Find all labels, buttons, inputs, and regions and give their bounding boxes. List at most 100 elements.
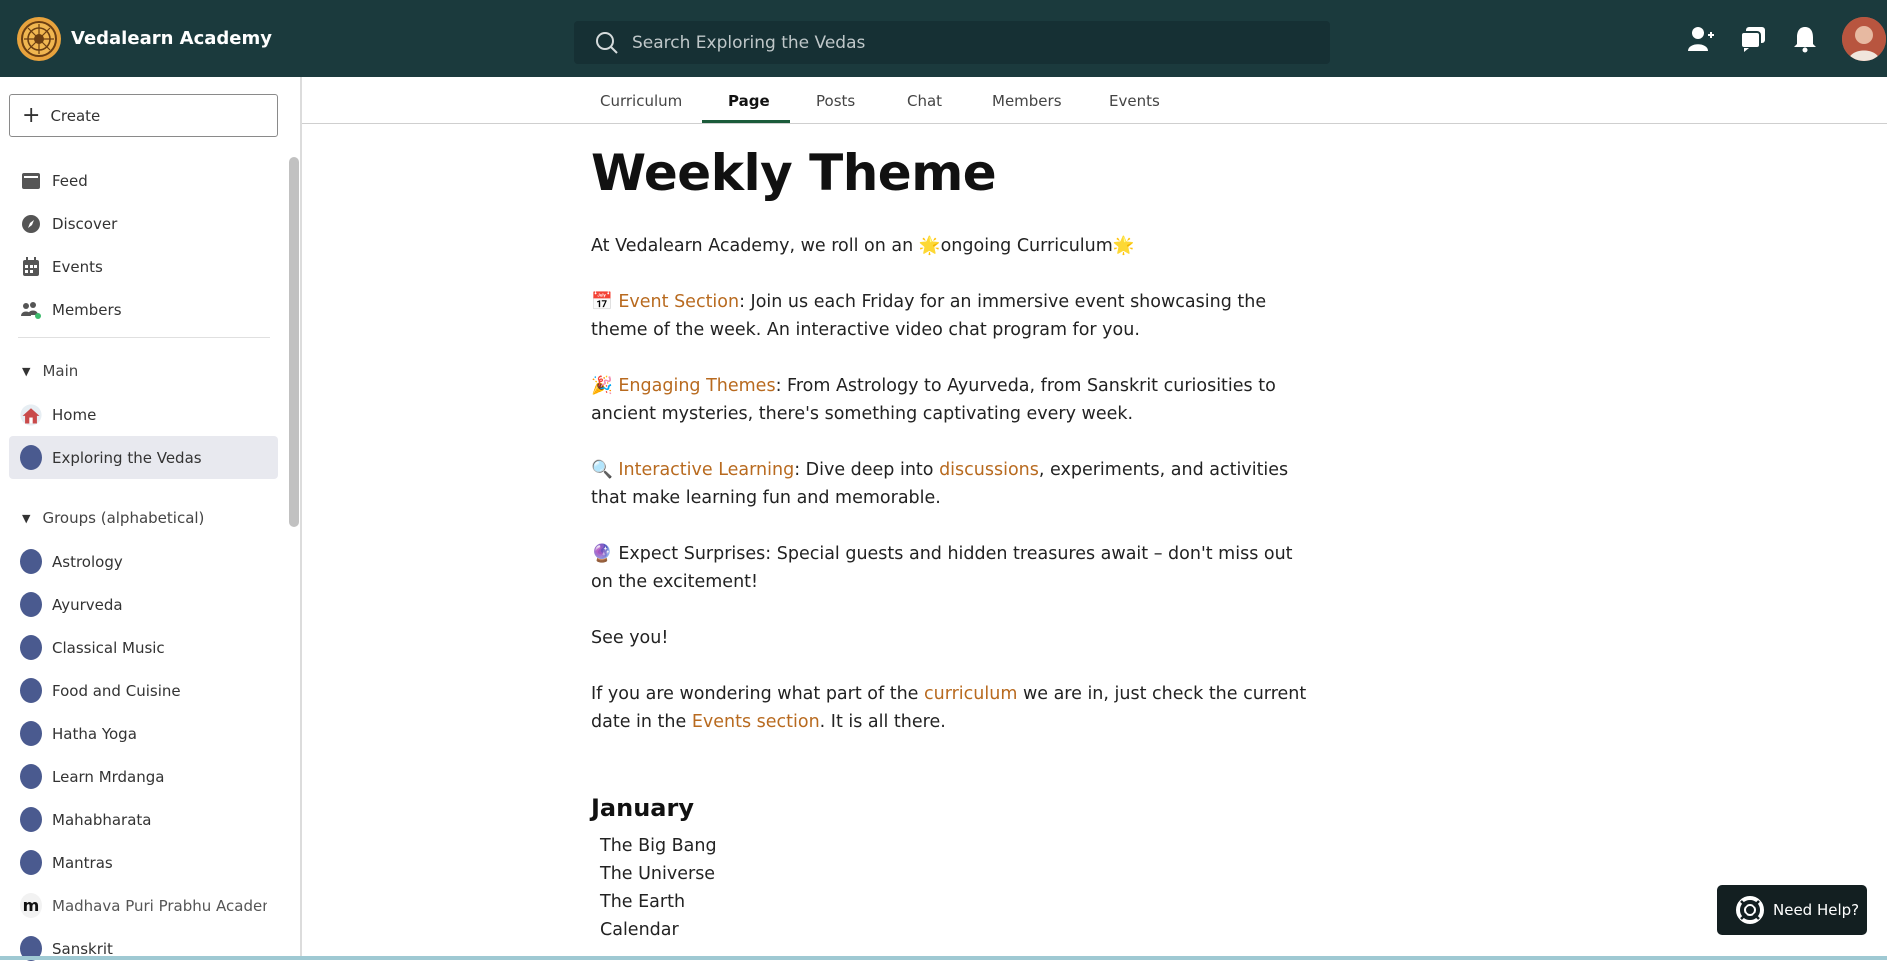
group-avatar bbox=[20, 807, 42, 832]
sidebar-item-feed[interactable]: Feed bbox=[9, 159, 278, 202]
sidebar-divider bbox=[18, 337, 270, 338]
see-you-paragraph: See you! bbox=[591, 628, 669, 648]
lifebuoy-icon bbox=[1736, 896, 1764, 924]
interactive-learning-paragraph: 🔍 Interactive Learning: Dive deep into d… bbox=[591, 460, 1289, 508]
sidebar-item-label: Hatha Yoga bbox=[52, 724, 137, 743]
sidebar-item-hatha-yoga[interactable]: Hatha Yoga bbox=[9, 712, 278, 755]
create-label: Create bbox=[50, 106, 101, 125]
sidebar-item-home[interactable]: Home bbox=[9, 393, 278, 436]
need-help-button[interactable]: Need Help? bbox=[1717, 885, 1867, 935]
sidebar: + Create Feed Discover Events Members ▼ … bbox=[0, 77, 302, 961]
search-input[interactable] bbox=[632, 32, 1232, 53]
top-bar: Vedalearn Academy bbox=[0, 0, 1887, 77]
list-item: The Universe bbox=[600, 864, 716, 884]
group-avatar bbox=[20, 678, 42, 703]
magnifier-emoji-icon: 🔍 bbox=[591, 460, 613, 480]
star-emoji-icon: 🌟 bbox=[1112, 236, 1135, 256]
create-button[interactable]: + Create bbox=[9, 94, 278, 137]
calendar-icon bbox=[20, 256, 42, 278]
event-section-link[interactable]: Event Section bbox=[618, 292, 739, 312]
sidebar-item-astrology[interactable]: Astrology bbox=[9, 540, 278, 583]
crystal-ball-emoji-icon: 🔮 bbox=[591, 544, 613, 564]
sidebar-item-discover[interactable]: Discover bbox=[9, 202, 278, 245]
discussions-link[interactable]: discussions bbox=[939, 460, 1039, 480]
party-emoji-icon: 🎉 bbox=[591, 376, 613, 396]
caret-down-icon: ▼ bbox=[22, 511, 31, 525]
sidebar-item-madhava-puri[interactable]: m Madhava Puri Prabhu Academ bbox=[9, 884, 278, 927]
sidebar-item-label: Madhava Puri Prabhu Academ bbox=[52, 896, 267, 915]
sidebar-item-label: Discover bbox=[52, 214, 118, 233]
tab-chat[interactable]: Chat bbox=[907, 77, 942, 124]
sidebar-item-label: Food and Cuisine bbox=[52, 681, 181, 700]
sidebar-item-mantras[interactable]: Mantras bbox=[9, 841, 278, 884]
bell-icon[interactable] bbox=[1790, 24, 1820, 54]
engaging-themes-link[interactable]: Engaging Themes bbox=[618, 376, 775, 396]
page-title: Weekly Theme bbox=[591, 144, 997, 202]
interactive-learning-link[interactable]: Interactive Learning bbox=[618, 460, 794, 480]
curriculum-link[interactable]: curriculum bbox=[924, 684, 1017, 704]
app-name[interactable]: Vedalearn Academy bbox=[71, 28, 272, 49]
group-avatar: m bbox=[20, 893, 42, 918]
group-avatar bbox=[20, 850, 42, 875]
sidebar-item-ayurveda[interactable]: Ayurveda bbox=[9, 583, 278, 626]
feed-icon bbox=[20, 170, 42, 192]
caret-down-icon: ▼ bbox=[22, 364, 31, 378]
group-avatar bbox=[20, 764, 42, 789]
group-avatar bbox=[20, 549, 42, 574]
sidebar-item-exploring-the-vedas[interactable]: Exploring the Vedas bbox=[9, 436, 278, 479]
group-avatar bbox=[20, 445, 42, 470]
tab-page[interactable]: Page bbox=[728, 77, 770, 124]
events-section-link[interactable]: Events section bbox=[692, 712, 820, 732]
engaging-themes-paragraph: 🎉 Engaging Themes: From Astrology to Ayu… bbox=[591, 376, 1276, 424]
list-item: The Earth bbox=[600, 892, 686, 912]
section-main[interactable]: ▼ Main bbox=[9, 356, 78, 386]
surprises-paragraph: 🔮 Expect Surprises: Special guests and h… bbox=[591, 544, 1293, 592]
sidebar-item-label: Feed bbox=[52, 171, 88, 190]
tab-curriculum[interactable]: Curriculum bbox=[600, 77, 682, 124]
month-list: The Big Bang The Universe The Earth Cale… bbox=[591, 832, 1311, 944]
sidebar-item-classical-music[interactable]: Classical Music bbox=[9, 626, 278, 669]
sidebar-item-label: Astrology bbox=[52, 552, 123, 571]
search-icon bbox=[594, 30, 620, 56]
add-user-icon[interactable] bbox=[1686, 24, 1716, 54]
tab-posts[interactable]: Posts bbox=[816, 77, 855, 124]
page-content: Weekly Theme At Vedalearn Academy, we ro… bbox=[591, 124, 1311, 944]
section-label: Groups (alphabetical) bbox=[42, 509, 205, 527]
compass-icon bbox=[20, 213, 42, 235]
sidebar-item-label: Members bbox=[52, 300, 122, 319]
tab-bar: Curriculum Page Posts Chat Members Event… bbox=[302, 77, 1887, 124]
top-actions bbox=[1686, 0, 1887, 77]
sidebar-item-learn-mrdanga[interactable]: Learn Mrdanga bbox=[9, 755, 278, 798]
star-emoji-icon: 🌟 bbox=[918, 236, 941, 256]
sidebar-item-label: Sanskrit bbox=[52, 939, 113, 958]
sidebar-item-mahabharata[interactable]: Mahabharata bbox=[9, 798, 278, 841]
sidebar-item-label: Ayurveda bbox=[52, 595, 123, 614]
curriculum-paragraph: If you are wondering what part of the cu… bbox=[591, 684, 1307, 732]
academy-logo-icon[interactable] bbox=[17, 16, 61, 61]
brand[interactable]: Vedalearn Academy bbox=[17, 16, 272, 61]
plus-icon: + bbox=[22, 102, 41, 128]
group-avatar bbox=[20, 721, 42, 746]
group-avatar bbox=[20, 635, 42, 660]
sidebar-item-label: Home bbox=[52, 405, 97, 424]
search-bar[interactable] bbox=[574, 21, 1330, 64]
sidebar-scrollbar[interactable] bbox=[289, 157, 299, 527]
intro-paragraph: At Vedalearn Academy, we roll on an 🌟ong… bbox=[591, 236, 1135, 256]
chat-icon[interactable] bbox=[1738, 24, 1768, 54]
sidebar-item-events[interactable]: Events bbox=[9, 245, 278, 288]
sidebar-item-sanskrit[interactable]: Sanskrit bbox=[9, 927, 278, 970]
tab-members[interactable]: Members bbox=[992, 77, 1062, 124]
group-avatar bbox=[20, 592, 42, 617]
section-label: Main bbox=[42, 362, 79, 380]
sidebar-item-label: Exploring the Vedas bbox=[52, 448, 202, 467]
m-badge: m bbox=[20, 893, 42, 918]
tab-events[interactable]: Events bbox=[1109, 77, 1160, 124]
user-avatar[interactable] bbox=[1842, 16, 1886, 61]
members-icon bbox=[20, 299, 42, 321]
sidebar-item-label: Learn Mrdanga bbox=[52, 767, 165, 786]
month-heading: January bbox=[591, 794, 694, 822]
section-groups[interactable]: ▼ Groups (alphabetical) bbox=[9, 503, 204, 533]
active-tab-indicator bbox=[702, 120, 790, 123]
sidebar-item-members[interactable]: Members bbox=[9, 288, 278, 331]
sidebar-item-food-and-cuisine[interactable]: Food and Cuisine bbox=[9, 669, 278, 712]
